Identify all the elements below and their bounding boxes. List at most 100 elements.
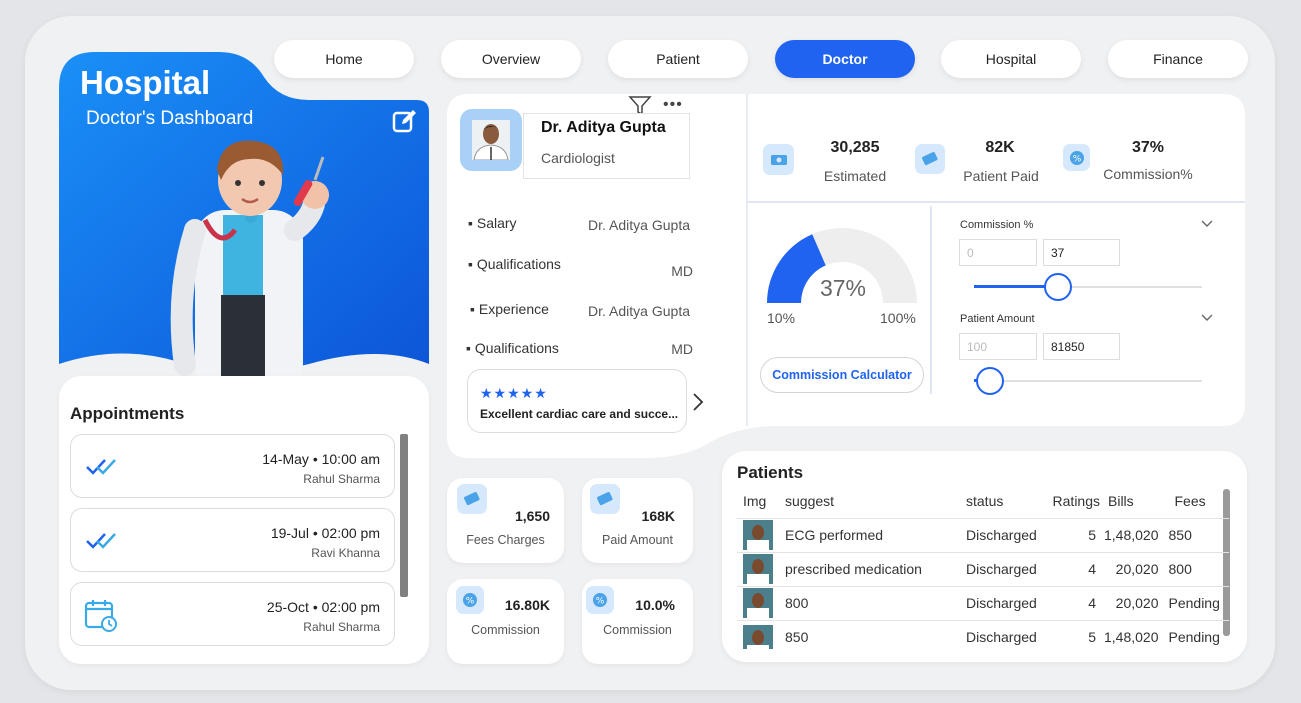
nav-overview[interactable]: Overview (441, 40, 581, 78)
commission-slider-track[interactable] (974, 273, 1202, 301)
commission-label: Commission% (1103, 166, 1193, 182)
commission-amount-value: 16.80K (504, 597, 550, 613)
hero-title: Hospital (80, 64, 211, 101)
cell-fees: Pending (1168, 619, 1229, 654)
cell-suggest: 850 (785, 619, 966, 654)
double-check-icon (86, 533, 116, 549)
commission-value: 37% (1131, 139, 1165, 156)
detail-label-salary: ▪ Salary (468, 215, 517, 231)
nav-patient[interactable]: Patient (608, 40, 748, 78)
appointment-date: 19-Jul • 02:00 pm (270, 525, 380, 541)
patient-paid-label: Patient Paid (963, 168, 1039, 184)
nav-finance[interactable]: Finance (1108, 40, 1248, 78)
detail-value-qualifications: MD (671, 263, 693, 279)
review-card[interactable]: ★★★★★ Excellent cardiac care and succe..… (467, 369, 687, 433)
detail-value-experience: Dr. Aditya Gupta (588, 303, 690, 319)
column-header[interactable]: Fees (1169, 484, 1229, 518)
review-text: Excellent cardiac care and succe... (480, 407, 679, 421)
appointment-date: 14-May • 10:00 am (262, 451, 380, 467)
paid-amount-label: Paid Amount (602, 533, 673, 547)
column-header[interactable]: status (966, 484, 1046, 518)
cell-rating: 4 (1046, 551, 1104, 586)
appointment-patient: Rahul Sharma (303, 620, 380, 634)
paid-amount-value: 168K (641, 508, 675, 524)
column-header[interactable]: Bills (1104, 484, 1169, 518)
patient-amount-min-input[interactable]: 100 (959, 333, 1037, 360)
patient-amount-slider-handle[interactable] (975, 367, 1004, 395)
appointment-item[interactable]: 25-Oct • 02:00 pm Rahul Sharma (70, 582, 395, 646)
more-options-icon[interactable]: ••• (663, 96, 683, 114)
appointment-item[interactable]: 19-Jul • 02:00 pm Ravi Khanna (70, 508, 395, 572)
commission-rate-label: Commission (603, 623, 672, 637)
commission-slider-label: Commission % (960, 219, 1034, 231)
table-row[interactable]: ECG performed Discharged 5 1,48,020 850 (737, 517, 1229, 552)
edit-icon[interactable] (391, 107, 419, 135)
cell-fees: 800 (1168, 551, 1229, 586)
column-header[interactable]: Img (737, 484, 785, 518)
table-row[interactable]: 850 Discharged 5 1,48,020 Pending (737, 619, 1229, 654)
patient-photo (743, 554, 773, 584)
estimated-value: 30,285 (830, 139, 880, 156)
commission-min-input[interactable]: 0 (959, 239, 1037, 266)
payment-icon (915, 144, 945, 174)
nav-doctor[interactable]: Doctor (775, 40, 915, 78)
table-header: Img suggest status Ratings Bills Fees (737, 484, 1229, 518)
svg-text:%: % (466, 597, 475, 607)
patient-amount-slider-track[interactable] (974, 367, 1202, 395)
doctor-name: Dr. Aditya Gupta (541, 119, 666, 136)
paid-amount-card: 168K Paid Amount (582, 478, 693, 563)
cell-rating: 5 (1046, 619, 1104, 654)
table-row[interactable]: 800 Discharged 4 20,020 Pending (737, 585, 1229, 620)
patient-amount-value-input[interactable]: 81850 (1043, 333, 1120, 360)
doctor-photo-icon (472, 120, 510, 160)
table-row[interactable]: prescribed medication Discharged 4 20,02… (737, 551, 1229, 586)
appointment-item[interactable]: 14-May • 10:00 am Rahul Sharma (70, 434, 395, 498)
cell-bills: 1,48,020 (1104, 619, 1169, 654)
cell-bills: 20,020 (1104, 585, 1169, 620)
gauge-max: 100% (880, 310, 916, 326)
cell-suggest: 800 (785, 585, 966, 620)
patients-title: Patients (737, 463, 804, 482)
patient-photo (743, 625, 773, 650)
appointments-title: Appointments (70, 404, 185, 423)
commission-calculator-button[interactable]: Commission Calculator (760, 357, 924, 393)
detail-value-salary: Dr. Aditya Gupta (588, 217, 690, 233)
payment-icon (457, 484, 487, 514)
cell-suggest: ECG performed (785, 517, 966, 552)
chevron-down-icon[interactable] (1201, 219, 1213, 229)
cell-status: Discharged (966, 585, 1046, 620)
calendar-clock-icon (84, 600, 117, 632)
appointment-date: 25-Oct • 02:00 pm (266, 599, 380, 615)
cell-rating: 4 (1046, 585, 1104, 620)
commission-amount-card: % 16.80K Commission (447, 579, 564, 664)
patient-amount-slider-label: Patient Amount (960, 313, 1035, 325)
cell-bills: 20,020 (1104, 551, 1169, 586)
patient-photo (743, 520, 773, 550)
avatar (460, 109, 522, 171)
cell-suggest: prescribed medication (785, 551, 966, 586)
commission-amount-label: Commission (471, 623, 540, 637)
appointments-scrollbar[interactable] (400, 434, 408, 597)
doctor-specialty: Cardiologist (541, 150, 615, 166)
column-header[interactable]: Ratings (1046, 484, 1104, 518)
chevron-right-icon[interactable] (691, 392, 705, 412)
cell-fees: Pending (1168, 585, 1229, 620)
money-icon (763, 144, 794, 175)
gauge-min: 10% (767, 310, 796, 326)
hero-subtitle: Doctor's Dashboard (86, 108, 254, 129)
nav-hospital[interactable]: Hospital (941, 40, 1081, 78)
detail-label-qualifications: ▪ Qualifications (468, 256, 561, 272)
commission-rate-value: 10.0% (635, 597, 675, 613)
fees-charges-label: Fees Charges (466, 533, 545, 547)
chevron-down-icon[interactable] (1201, 313, 1213, 323)
cell-status: Discharged (966, 619, 1046, 654)
commission-value-input[interactable]: 37 (1043, 239, 1120, 266)
detail-value-qualifications: MD (671, 341, 693, 357)
column-header[interactable]: suggest (785, 484, 966, 518)
svg-text:%: % (1072, 154, 1081, 164)
double-check-icon (86, 459, 116, 475)
estimated-label: Estimated (823, 168, 887, 184)
patient-paid-value: 82K (985, 139, 1015, 156)
detail-label-experience: ▪ Experience (470, 301, 549, 317)
cell-status: Discharged (966, 551, 1046, 586)
